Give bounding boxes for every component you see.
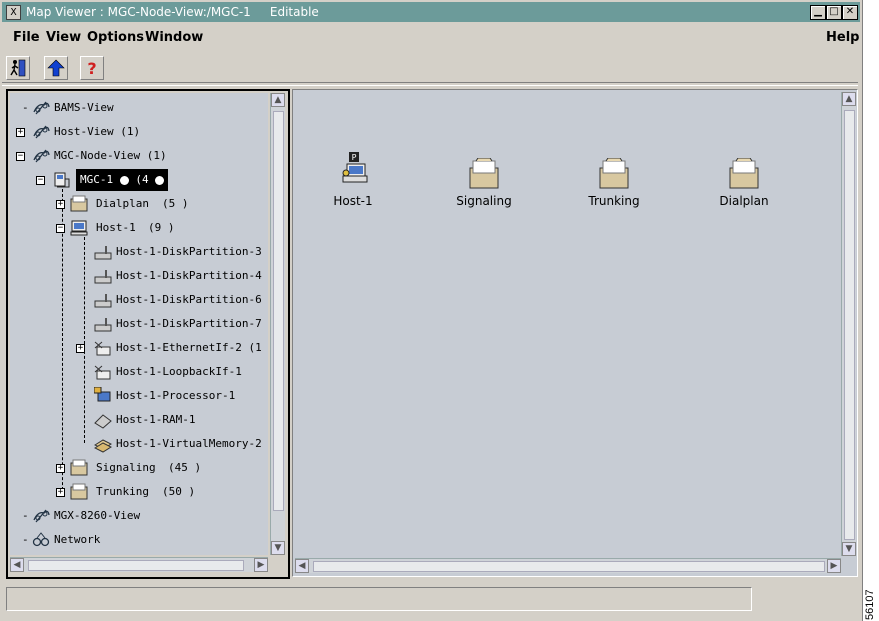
disk-partition-icon xyxy=(94,294,112,308)
folder-icon xyxy=(729,158,759,189)
folder-icon xyxy=(70,483,88,500)
disk-partition-icon xyxy=(94,246,112,260)
map-node-trunking[interactable]: Trunking xyxy=(579,158,649,212)
map-node-label: Dialplan xyxy=(719,194,769,208)
menu-window[interactable]: Window xyxy=(145,30,203,45)
scroll-down-arrow-icon[interactable]: ▼ xyxy=(271,541,285,555)
figure-number: 56107 xyxy=(864,589,876,620)
disk-partition-icon xyxy=(94,270,112,284)
menu-help[interactable]: Help xyxy=(826,30,859,45)
scroll-thumb[interactable] xyxy=(844,110,855,540)
exit-icon xyxy=(10,59,26,77)
scroll-right-arrow-icon[interactable]: ▶ xyxy=(827,559,841,573)
expand-toggle[interactable]: + xyxy=(56,488,65,497)
toolbar-separator xyxy=(2,82,858,86)
map-node-label: Trunking xyxy=(588,194,640,208)
collapse-toggle[interactable]: − xyxy=(36,176,45,185)
folder-icon xyxy=(599,158,629,189)
computer-icon: P xyxy=(342,152,368,183)
title-bar[interactable]: X Map Viewer : MGC-Node-View:/MGC-1 Edit… xyxy=(2,2,860,22)
scroll-thumb[interactable] xyxy=(28,560,244,571)
scroll-up-arrow-icon[interactable]: ▲ xyxy=(842,92,856,106)
folder-icon xyxy=(70,459,88,476)
maximize-button[interactable]: □ xyxy=(826,5,842,20)
folder-icon xyxy=(70,195,88,212)
expand-toggle[interactable]: + xyxy=(56,464,65,473)
mgc-node-icon xyxy=(54,172,70,188)
selected-label: MGC-1 (4 xyxy=(76,169,169,191)
status-bar xyxy=(6,587,752,611)
menu-file[interactable]: File xyxy=(13,30,40,45)
window-menu-icon[interactable]: X xyxy=(6,5,21,20)
tree-panel: - BAMS-View + Host-View (1) − MGC-Node-V… xyxy=(6,89,290,579)
network-view-icon xyxy=(33,125,50,139)
folder-icon xyxy=(469,158,499,189)
minimize-button[interactable]: ▁ xyxy=(810,5,826,20)
help-button[interactable]: ? xyxy=(80,56,104,80)
edit-mode: Editable xyxy=(269,5,319,19)
up-arrow-icon xyxy=(47,59,65,77)
disk-partition-icon xyxy=(94,318,112,332)
expand-toggle[interactable]: + xyxy=(76,344,85,353)
status-dot-icon xyxy=(119,175,129,185)
window-title: Map Viewer : MGC-Node-View:/MGC-1 Editab… xyxy=(26,5,319,19)
tree-view[interactable]: - BAMS-View + Host-View (1) − MGC-Node-V… xyxy=(10,93,268,555)
expand-toggle[interactable]: + xyxy=(16,128,25,137)
collapse-toggle[interactable]: − xyxy=(16,152,25,161)
toolbar: ? xyxy=(2,54,858,80)
menu-view[interactable]: View xyxy=(46,30,81,45)
network-icon xyxy=(32,532,50,547)
loopback-interface-icon xyxy=(94,365,111,380)
status-dot-icon xyxy=(155,175,165,185)
computer-icon xyxy=(70,220,88,236)
ethernet-interface-icon xyxy=(94,341,111,356)
map-node-label: Signaling xyxy=(456,194,512,208)
map-node-dialplan[interactable]: Dialplan xyxy=(709,158,779,212)
go-up-button[interactable] xyxy=(44,56,68,80)
scroll-left-arrow-icon[interactable]: ◀ xyxy=(295,559,309,573)
map-node-label: Host-1 xyxy=(333,194,373,208)
map-vertical-scrollbar[interactable]: ▲ ▼ xyxy=(841,92,856,556)
collapse-toggle[interactable]: − xyxy=(56,224,65,233)
tree-vertical-scrollbar[interactable]: ▲ ▼ xyxy=(270,93,285,555)
processor-icon xyxy=(94,387,111,402)
map-node-signaling[interactable]: Signaling xyxy=(449,158,519,212)
scroll-thumb[interactable] xyxy=(313,561,825,572)
tree-connector xyxy=(84,237,85,443)
network-view-icon xyxy=(33,101,50,115)
tree-horizontal-scrollbar[interactable]: ◀ ▶ xyxy=(10,557,268,572)
scroll-left-arrow-icon[interactable]: ◀ xyxy=(10,558,24,572)
virtual-memory-icon xyxy=(94,439,112,453)
map-viewer-window: X Map Viewer : MGC-Node-View:/MGC-1 Edit… xyxy=(0,0,863,621)
ram-icon xyxy=(94,414,112,429)
menu-bar: File View Options Window Help xyxy=(2,26,859,50)
scroll-up-arrow-icon[interactable]: ▲ xyxy=(271,93,285,107)
svg-text:P: P xyxy=(352,153,357,162)
svg-text:?: ? xyxy=(87,59,96,78)
exit-button[interactable] xyxy=(6,56,30,80)
menu-options[interactable]: Options xyxy=(87,30,144,45)
close-button[interactable]: ✕ xyxy=(842,5,858,20)
map-horizontal-scrollbar[interactable]: ◀ ▶ xyxy=(295,558,841,573)
expand-toggle[interactable]: + xyxy=(56,200,65,209)
scroll-thumb[interactable] xyxy=(273,111,284,511)
scroll-right-arrow-icon[interactable]: ▶ xyxy=(254,558,268,572)
map-node-host-1[interactable]: P Host-1 xyxy=(323,152,383,212)
map-canvas[interactable]: P Host-1 Signaling Trunking Dialplan ▲ ▼… xyxy=(292,89,858,577)
question-mark-icon: ? xyxy=(87,59,96,78)
network-view-icon xyxy=(33,509,50,523)
tree-connector xyxy=(62,189,63,495)
network-view-icon xyxy=(33,149,50,163)
scroll-down-arrow-icon[interactable]: ▼ xyxy=(842,542,856,556)
